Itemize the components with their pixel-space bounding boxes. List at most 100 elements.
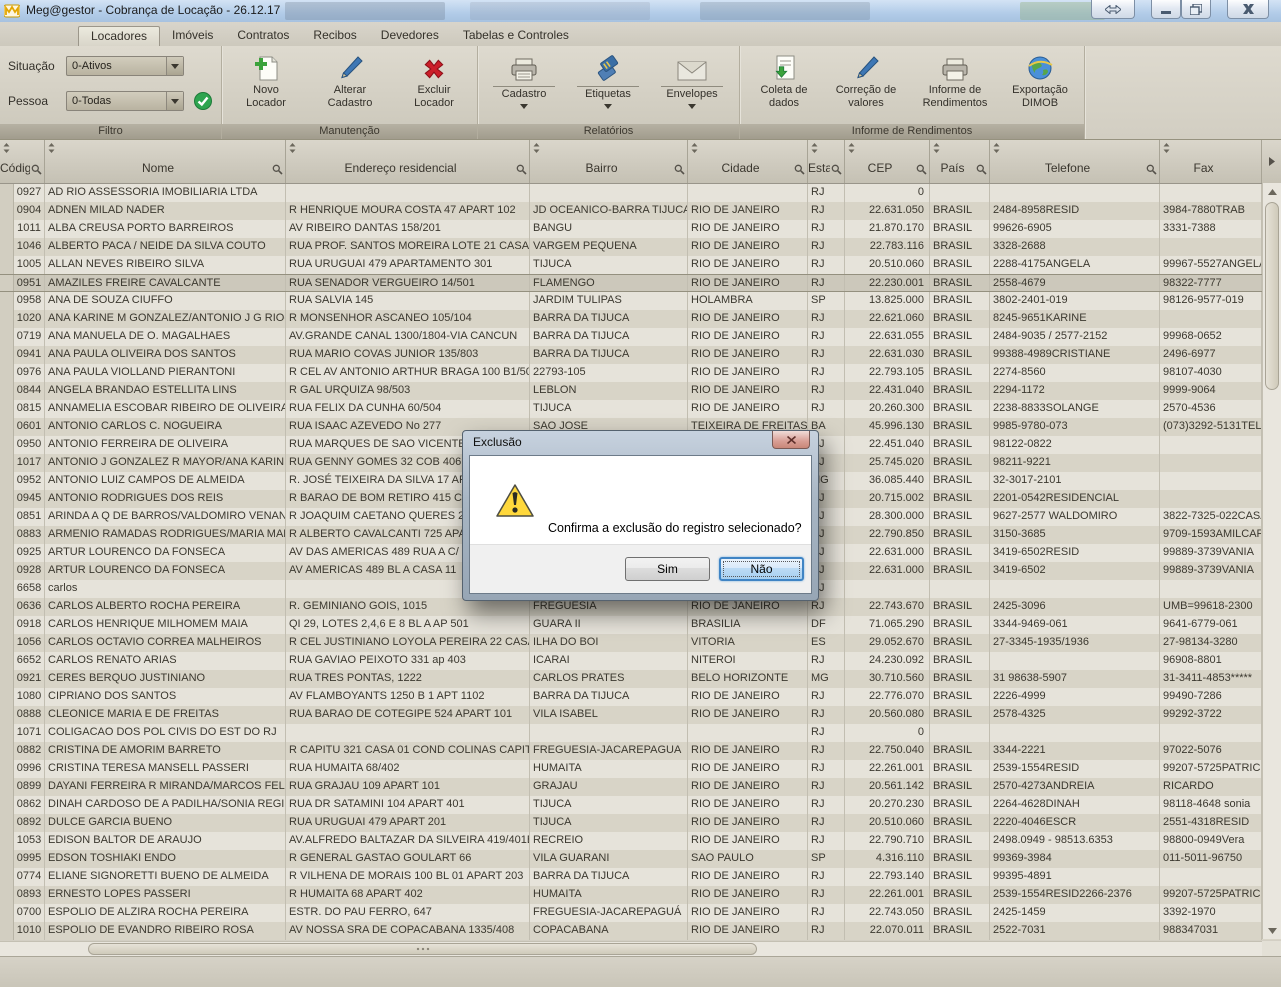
cell-city[interactable]: RIO DE JANEIRO (688, 904, 808, 922)
vertical-scrollbar[interactable] (1262, 183, 1281, 939)
cell-city[interactable]: RIO DE JANEIRO (688, 760, 808, 778)
search-icon[interactable] (516, 164, 527, 175)
cell-fax[interactable] (1160, 184, 1262, 202)
cell-state[interactable]: MG (808, 670, 845, 688)
cell-district[interactable]: TIJUCA (530, 256, 688, 274)
cell-address[interactable]: R GAL URQUIZA 98/503 (286, 382, 530, 400)
cadastro-report-button[interactable]: Cadastro (486, 52, 562, 124)
cell-phone[interactable]: 2539-1554RESID2266-2376 (990, 886, 1160, 904)
cell-phone[interactable]: 98211-9221 (990, 454, 1160, 472)
cell-fax[interactable]: 3331-7388 (1160, 220, 1262, 238)
dialog-close-button[interactable] (772, 431, 810, 449)
cell-state[interactable]: RJ (808, 256, 845, 274)
cell-cep[interactable]: 29.052.670 (845, 634, 930, 652)
situacao-dropdown-button[interactable] (166, 57, 183, 75)
cell-state[interactable]: RJ (808, 904, 845, 922)
cell-district[interactable]: GRAJAU (530, 778, 688, 796)
search-icon[interactable] (916, 164, 927, 175)
cell-country[interactable]: BRASIL (930, 220, 990, 238)
cell-cep[interactable]: 22.776.070 (845, 688, 930, 706)
cell-code[interactable]: 1005 (0, 256, 45, 274)
cell-city[interactable]: RIO DE JANEIRO (688, 364, 808, 382)
cell-name[interactable]: ALBA CREUSA PORTO BARREIROS (45, 220, 286, 238)
cell-country[interactable]: BRASIL (930, 706, 990, 724)
cell-country[interactable]: BRASIL (930, 562, 990, 580)
cell-country[interactable]: BRASIL (930, 886, 990, 904)
cell-name[interactable]: ANA KARINE M GONZALEZ/ANTONIO J G RIO-MA (45, 310, 286, 328)
cell-code[interactable]: 6652 (0, 652, 45, 670)
tab-contratos[interactable]: Contratos (225, 26, 301, 45)
scroll-up-button[interactable] (1265, 184, 1279, 199)
cell-country[interactable]: BRASIL (930, 814, 990, 832)
column-header-country[interactable]: País (930, 140, 990, 183)
cell-district[interactable]: BARRA DA TIJUCA (530, 346, 688, 364)
cell-cep[interactable]: 0 (845, 184, 930, 202)
cell-district[interactable] (530, 724, 688, 742)
cell-city[interactable]: RIO DE JANEIRO (688, 688, 808, 706)
cell-district[interactable]: BANGU (530, 220, 688, 238)
tab-recibos[interactable]: Recibos (301, 26, 368, 45)
cell-address[interactable]: R HENRIQUE MOURA COSTA 47 APART 102 (286, 202, 530, 220)
cell-name[interactable]: CARLOS HENRIQUE MILHOMEM MAIA (45, 616, 286, 634)
cell-phone[interactable]: 2264-4628DINAH (990, 796, 1160, 814)
cell-name[interactable]: ARTUR LOURENCO DA FONSECA (45, 562, 286, 580)
cell-country[interactable]: BRASIL (930, 508, 990, 526)
cell-district[interactable]: JARDIM TULIPAS (530, 292, 688, 310)
table-row[interactable]: 0976ANA PAULA VIOLLAND PIERANTONIR CEL A… (0, 364, 1281, 382)
cell-country[interactable] (930, 184, 990, 202)
cell-phone[interactable]: 2288-4175ANGELA (990, 256, 1160, 274)
table-row[interactable]: 0862DINAH CARDOSO DE A PADILHA/SONIA REG… (0, 796, 1281, 814)
cell-code[interactable]: 0945 (0, 490, 45, 508)
cell-country[interactable]: BRASIL (930, 904, 990, 922)
cell-country[interactable]: BRASIL (930, 346, 990, 364)
cell-state[interactable]: RJ (808, 814, 845, 832)
cell-code[interactable]: 0888 (0, 706, 45, 724)
cell-name[interactable]: CERES BERQUO JUSTINIANO (45, 670, 286, 688)
cell-code[interactable]: 1056 (0, 634, 45, 652)
search-icon[interactable] (31, 164, 42, 175)
cell-fax[interactable]: 988347031 (1160, 922, 1262, 940)
nao-button[interactable]: Não (719, 557, 804, 581)
cell-address[interactable]: RUA HUMAITA 68/402 (286, 760, 530, 778)
cell-cep[interactable]: 22.431.040 (845, 382, 930, 400)
table-row[interactable]: 0996CRISTINA TERESA MANSELL PASSERIRUA H… (0, 760, 1281, 778)
cell-country[interactable]: BRASIL (930, 778, 990, 796)
cell-fax[interactable] (1160, 724, 1262, 742)
cell-fax[interactable] (1160, 310, 1262, 328)
cell-country[interactable]: BRASIL (930, 364, 990, 382)
cell-phone[interactable]: 3419-6502RESID (990, 544, 1160, 562)
cell-district[interactable]: HUMAITA (530, 760, 688, 778)
cell-address[interactable]: AV RIBEIRO DANTAS 158/201 (286, 220, 530, 238)
table-row[interactable]: 0958ANA DE SOUZA CIUFFORUA SALVIA 145JAR… (0, 292, 1281, 310)
cell-fax[interactable] (1160, 472, 1262, 490)
cell-country[interactable] (930, 724, 990, 742)
sim-button[interactable]: Sim (625, 557, 710, 581)
table-row[interactable]: 1011ALBA CREUSA PORTO BARREIROSAV RIBEIR… (0, 220, 1281, 238)
cell-name[interactable]: ADNEN MILAD NADER (45, 202, 286, 220)
cell-code[interactable]: 1080 (0, 688, 45, 706)
cell-address[interactable]: R GENERAL GASTAO GOULART 66 (286, 850, 530, 868)
table-row[interactable]: 1020ANA KARINE M GONZALEZ/ANTONIO J G RI… (0, 310, 1281, 328)
cell-city[interactable]: RIO DE JANEIRO (688, 220, 808, 238)
cell-country[interactable]: BRASIL (930, 275, 990, 291)
table-row[interactable]: 0927AD RIO ASSESSORIA IMOBILIARIA LTDARJ… (0, 184, 1281, 202)
cell-state[interactable]: RJ (808, 706, 845, 724)
cell-code[interactable]: 0601 (0, 418, 45, 436)
cell-fax[interactable]: UMB=99618-2300 (1160, 598, 1262, 616)
cell-district[interactable]: FLAMENGO (530, 275, 688, 291)
table-row[interactable]: 0774ELIANE SIGNORETTI BUENO DE ALMEIDAR … (0, 868, 1281, 886)
cell-name[interactable]: ANA PAULA OLIVEIRA DOS SANTOS (45, 346, 286, 364)
cell-code[interactable]: 0883 (0, 526, 45, 544)
correcao-de-valores-button[interactable]: Correção de valores (828, 52, 904, 124)
cell-state[interactable]: RJ (808, 275, 845, 291)
coleta-de-dados-button[interactable]: Coleta de dados (746, 52, 822, 124)
cell-city[interactable]: NITEROI (688, 652, 808, 670)
tab-imoveis[interactable]: Imóveis (160, 26, 225, 45)
table-row[interactable]: 0844ANGELA BRANDAO ESTELLITA LINSR GAL U… (0, 382, 1281, 400)
cell-country[interactable] (930, 580, 990, 598)
cell-address[interactable] (286, 724, 530, 742)
cell-country[interactable]: BRASIL (930, 400, 990, 418)
cell-country[interactable]: BRASIL (930, 454, 990, 472)
cell-city[interactable] (688, 724, 808, 742)
situacao-dropdown[interactable]: 0-Ativos (66, 56, 184, 76)
